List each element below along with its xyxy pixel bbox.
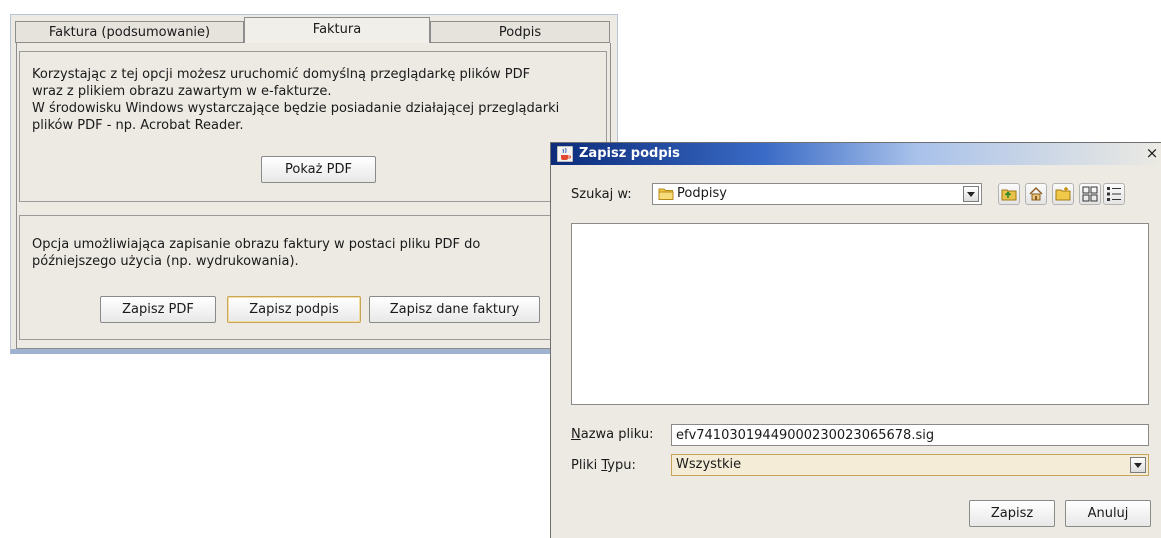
pdf-view-group: Korzystając z tej opcji możesz uruchomić…	[19, 51, 607, 202]
home-icon	[1029, 187, 1043, 201]
details-view-button[interactable]	[1103, 183, 1125, 205]
file-list[interactable]	[571, 223, 1149, 405]
file-type-combo[interactable]: Wszystkie	[671, 454, 1149, 476]
folder-icon	[658, 188, 674, 200]
tab-panel-invoice: Korzystając z tej opcji możesz uruchomić…	[16, 43, 611, 349]
pdf-view-line-1: Korzystając z tej opcji możesz uruchomić…	[32, 67, 531, 82]
dialog-title-bar[interactable]: Zapisz podpis ×	[551, 143, 1161, 165]
look-in-value: Podpisy	[677, 186, 727, 201]
file-name-input[interactable]	[671, 424, 1149, 446]
file-type-label-prefix: Pliki	[571, 458, 602, 473]
new-folder-icon	[1055, 187, 1071, 201]
folder-up-icon	[1001, 189, 1017, 201]
chevron-down-icon[interactable]	[1130, 457, 1146, 473]
save-line-1: Opcja umożliwiająca zapisanie obrazu fak…	[32, 237, 481, 252]
invoice-window: Faktura (podsumowanie) Faktura Podpis Ko…	[10, 14, 618, 354]
details-view-icon	[1107, 187, 1121, 201]
file-type-value: Wszystkie	[676, 457, 742, 472]
pdf-view-description: Korzystając z tej opcji możesz uruchomić…	[32, 66, 602, 134]
tab-signature[interactable]: Podpis	[430, 21, 610, 43]
new-folder-button[interactable]	[1052, 183, 1074, 205]
file-name-mnemonic: N	[571, 427, 581, 442]
pdf-view-line-4: plików PDF - np. Acrobat Reader.	[32, 118, 244, 133]
save-description: Opcja umożliwiająca zapisanie obrazu fak…	[32, 236, 602, 270]
tab-bar: Faktura (podsumowanie) Faktura Podpis	[11, 17, 615, 43]
list-view-button[interactable]	[1079, 183, 1101, 205]
java-cup-icon	[557, 146, 573, 162]
pdf-view-line-3: W środowisku Windows wystarczające będzi…	[32, 101, 560, 116]
up-one-level-button[interactable]	[998, 183, 1020, 205]
save-group: Opcja umożliwiająca zapisanie obrazu fak…	[19, 215, 607, 340]
file-type-label-suffix: ypu:	[607, 458, 636, 473]
save-pdf-button[interactable]: Zapisz PDF	[100, 296, 216, 323]
file-name-label-text: azwa pliku:	[580, 427, 654, 442]
file-type-label: Pliki Typu:	[571, 458, 636, 473]
save-signature-button[interactable]: Zapisz podpis	[227, 296, 361, 323]
pdf-view-line-2: wraz z plikiem obrazu zawartym w e-faktu…	[32, 84, 332, 99]
save-signature-dialog: Zapisz podpis × Szukaj w: Podpisy Nazwa …	[550, 142, 1161, 538]
list-view-icon	[1082, 186, 1098, 202]
file-name-label: Nazwa pliku:	[571, 427, 653, 442]
look-in-combo[interactable]: Podpisy	[652, 183, 982, 205]
look-in-label: Szukaj w:	[571, 187, 632, 202]
home-button[interactable]	[1025, 183, 1047, 205]
save-button[interactable]: Zapisz	[969, 500, 1055, 527]
show-pdf-button[interactable]: Pokaż PDF	[261, 156, 376, 183]
save-invoice-data-button[interactable]: Zapisz dane faktury	[369, 296, 540, 323]
tab-invoice-summary[interactable]: Faktura (podsumowanie)	[15, 21, 244, 43]
chevron-down-icon[interactable]	[963, 186, 979, 202]
close-icon[interactable]: ×	[1144, 145, 1160, 161]
dialog-title: Zapisz podpis	[579, 146, 680, 161]
save-line-2: późniejszego użycia (np. wydrukowania).	[32, 254, 299, 269]
cancel-button[interactable]: Anuluj	[1065, 500, 1151, 527]
tab-invoice[interactable]: Faktura	[244, 17, 430, 43]
